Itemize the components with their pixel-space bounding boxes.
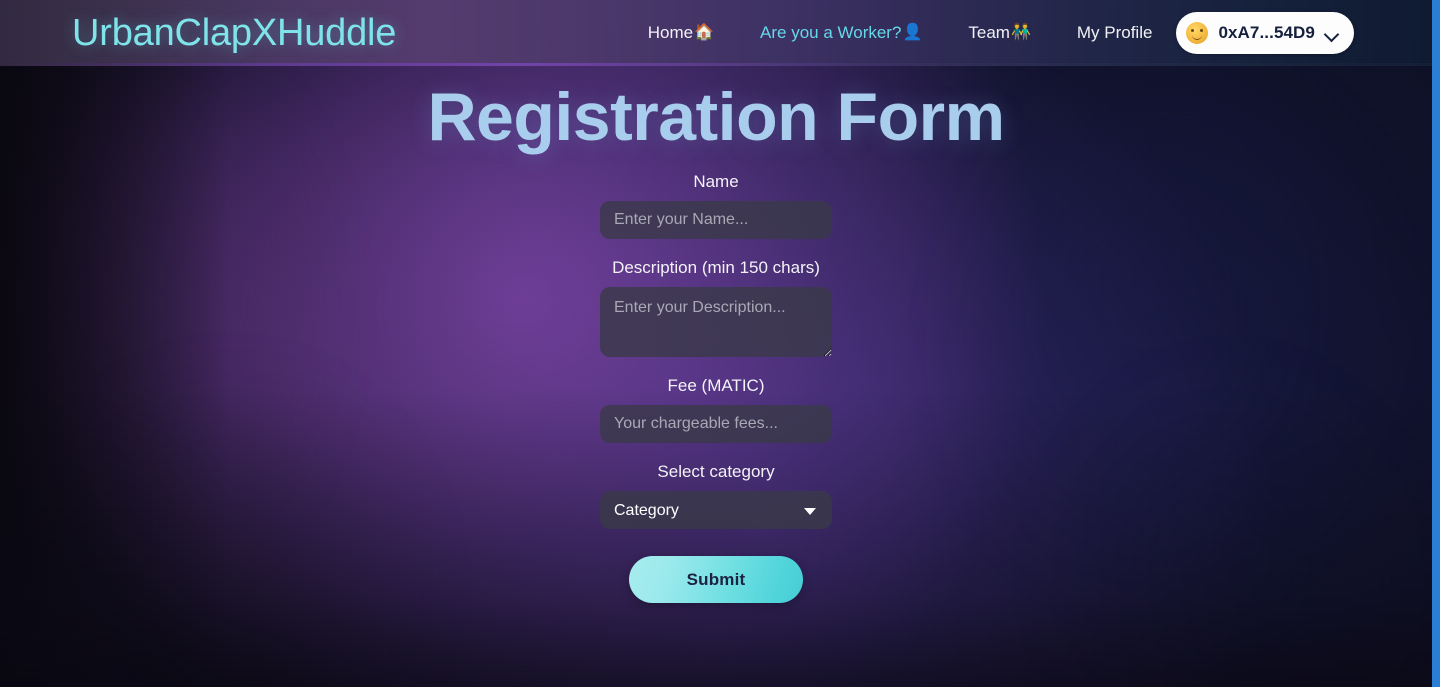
brand-logo[interactable]: UrbanClapXHuddle (72, 14, 396, 52)
name-label: Name (693, 172, 739, 192)
field-fee: Fee (MATIC) (600, 376, 832, 444)
registration-form: Name Description (min 150 chars) Fee (MA… (600, 172, 832, 604)
wallet-button[interactable]: 0xA7...54D9 (1176, 12, 1354, 54)
main-content: Registration Form Name Description (min … (0, 66, 1432, 687)
nav-link-home-label: Home (647, 23, 694, 42)
chevron-down-icon[interactable] (1325, 27, 1338, 40)
category-select-wrapper: Category (600, 491, 832, 530)
nav-link-team[interactable]: Team 👬 (968, 17, 1031, 49)
house-emoji-icon: 🏠 (694, 24, 715, 41)
name-input[interactable] (600, 201, 832, 240)
nav-link-my-profile-label: My Profile (1076, 23, 1153, 42)
submit-button[interactable]: Submit (629, 556, 803, 604)
description-label: Description (min 150 chars) (612, 258, 820, 278)
nav-link-home[interactable]: Home 🏠 (648, 17, 714, 49)
category-label: Select category (657, 462, 775, 482)
nav-link-are-you-a-worker[interactable]: Are you a Worker? 👤 (760, 17, 922, 49)
field-category: Select category Category (600, 462, 832, 530)
wallet-avatar-icon (1186, 22, 1209, 44)
nav-link-my-profile[interactable]: My Profile (1077, 17, 1153, 49)
wallet-address-label: 0xA7...54D9 (1218, 23, 1315, 42)
field-name: Name (600, 172, 832, 240)
description-textarea[interactable] (600, 287, 832, 358)
nav-link-are-you-a-worker-label: Are you a Worker? (760, 23, 902, 42)
field-description: Description (min 150 chars) (600, 258, 832, 358)
scrollbar-thumb[interactable] (1432, 0, 1440, 687)
top-navbar: UrbanClapXHuddle Home 🏠 Are you a Worker… (0, 0, 1432, 66)
person-bust-emoji-icon: 👤 (902, 24, 923, 41)
fee-label: Fee (MATIC) (667, 376, 765, 396)
category-select[interactable]: Category (600, 491, 832, 530)
page-title: Registration Form (427, 79, 1005, 155)
two-people-emoji-icon: 👬 (1010, 24, 1031, 41)
nav-links: Home 🏠 Are you a Worker? 👤 Team 👬 My Pro… (648, 17, 1153, 49)
nav-link-team-label: Team (968, 23, 1010, 42)
fee-input[interactable] (600, 405, 832, 444)
